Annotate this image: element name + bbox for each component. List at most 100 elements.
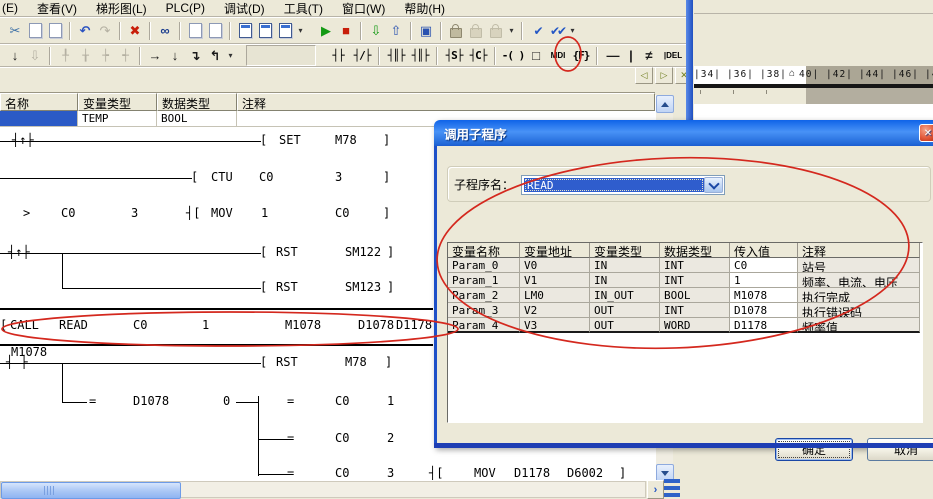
close-icon[interactable]: ✕ xyxy=(919,124,933,142)
horizontal-scrollbar[interactable] xyxy=(0,481,646,498)
scroll-right-button[interactable]: › xyxy=(647,480,664,499)
junction-left-icon[interactable]: ┽ xyxy=(115,46,135,66)
function-icon[interactable]: {F} xyxy=(570,46,592,66)
lock-dropdown[interactable]: ▾ xyxy=(506,21,517,41)
grid-value-cell[interactable]: D1078 xyxy=(730,303,798,318)
tab-prev-button[interactable]: ◁ xyxy=(635,67,653,84)
toolbar-separator xyxy=(360,22,362,40)
ruler-number: |44| xyxy=(859,69,886,80)
window-layout-full-icon[interactable] xyxy=(235,21,255,41)
variable-name-cell[interactable] xyxy=(0,111,78,127)
horizontal-scroll-thumb[interactable] xyxy=(1,482,181,499)
junction-up-icon[interactable]: ╀ xyxy=(55,46,75,66)
insert-row-down-icon[interactable]: ↓ xyxy=(5,46,25,66)
lock-icon[interactable] xyxy=(446,21,466,41)
toolbar-ladder: ↓⇩╀╁┾┽→↓↴↰▾┤├┤/├┤║├┤║├┤S├┤C├-( )□MDI{F}—… xyxy=(0,45,691,66)
menu-item-3[interactable]: PLC(P) xyxy=(166,1,205,15)
compile-all-icon[interactable]: ✔✔ xyxy=(547,21,567,41)
variable-table-header-1[interactable]: 变量类型 xyxy=(78,93,157,111)
contact-falling-icon[interactable]: ┤║├ xyxy=(408,46,432,66)
contact-rising-icon[interactable]: ┤║├ xyxy=(384,46,408,66)
variable-type-cell[interactable]: TEMP xyxy=(78,111,157,127)
coil-set-icon[interactable]: ┤S├ xyxy=(442,46,466,66)
coil-output-icon[interactable]: -( ) xyxy=(500,46,526,66)
variable-table-header-0[interactable]: 名称 xyxy=(0,93,78,111)
delete-icon[interactable]: ✖ xyxy=(125,21,145,41)
cancel-button[interactable]: 取消 xyxy=(867,438,933,461)
combobox-selected-value[interactable]: READ xyxy=(524,178,704,192)
ruler-cursor-marker[interactable]: ⌂ xyxy=(789,68,795,80)
window-layout-horizontal-icon[interactable] xyxy=(275,21,295,41)
subroutine-name-combobox[interactable]: READ xyxy=(521,175,725,195)
line-up-right-icon[interactable]: ↰ xyxy=(205,46,225,66)
line-right-icon[interactable]: → xyxy=(145,46,165,66)
ladder-token: = xyxy=(287,394,294,409)
menu-item-5[interactable]: 工具(T) xyxy=(284,0,323,17)
ladder-token: D1178 xyxy=(396,318,432,333)
ladder-token: C0 xyxy=(335,394,349,409)
coil-reset-icon[interactable]: ┤C├ xyxy=(466,46,490,66)
cut-icon[interactable]: ✂ xyxy=(5,21,25,41)
copy-icon[interactable] xyxy=(25,21,45,41)
ladder-token: 3 xyxy=(387,466,394,481)
dialog-title-bar[interactable]: 调用子程序 ✕ xyxy=(434,120,933,146)
insert-row-down-alt-icon[interactable]: ⇩ xyxy=(25,46,45,66)
box-instruction-icon[interactable]: □ xyxy=(526,46,546,66)
scroll-up-button[interactable] xyxy=(656,95,674,113)
grid-cell: IN xyxy=(590,258,660,273)
vertical-line-icon[interactable]: | xyxy=(624,46,638,66)
find-icon[interactable]: ∞ xyxy=(155,21,175,41)
compile-icon[interactable]: ✔ xyxy=(527,21,547,41)
ladder-token: ] xyxy=(385,355,392,370)
lock-partial-icon[interactable] xyxy=(486,21,506,41)
ladder-token: [ xyxy=(191,170,198,185)
menu-item-6[interactable]: 窗口(W) xyxy=(342,0,385,17)
junction-down-icon[interactable]: ╁ xyxy=(75,46,95,66)
redo-icon[interactable]: ↷ xyxy=(95,21,115,41)
data-type-cell[interactable]: BOOL xyxy=(157,111,237,127)
line-down-icon[interactable]: ↓ xyxy=(165,46,185,66)
menu-item-1[interactable]: 查看(V) xyxy=(37,0,77,17)
contact-nc-icon[interactable]: ┤/├ xyxy=(350,46,374,66)
chevron-down-icon[interactable] xyxy=(704,177,723,193)
ok-button[interactable]: 确定 xyxy=(775,438,853,461)
junction-right-icon[interactable]: ┾ xyxy=(95,46,115,66)
print-icon[interactable] xyxy=(205,21,225,41)
menu-item-0[interactable]: (E) xyxy=(2,1,18,15)
window-layout-dropdown[interactable]: ▾ xyxy=(295,21,306,41)
upload-icon[interactable]: ⇧ xyxy=(386,21,406,41)
variable-table-header-3[interactable]: 注释 xyxy=(237,93,655,111)
undo-icon[interactable]: ↶ xyxy=(75,21,95,41)
slash-line-icon[interactable]: ≠ xyxy=(638,46,660,66)
grid-value-cell[interactable]: C0 xyxy=(730,258,798,273)
print-preview-icon[interactable] xyxy=(185,21,205,41)
tab-next-button[interactable]: ▷ xyxy=(655,67,673,84)
stop-icon[interactable]: ■ xyxy=(336,21,356,41)
download-icon[interactable]: ⇩ xyxy=(366,21,386,41)
menu-item-2[interactable]: 梯形图(L) xyxy=(96,0,147,17)
run-icon[interactable]: ▶ xyxy=(316,21,336,41)
contact-no-icon[interactable]: ┤├ xyxy=(326,46,350,66)
resize-grip[interactable] xyxy=(664,479,680,498)
paste-icon[interactable] xyxy=(45,21,65,41)
variable-table-header-2[interactable]: 数据类型 xyxy=(157,93,237,111)
line-dropdown[interactable]: ▾ xyxy=(225,46,236,66)
grid-header-1: 变量地址 xyxy=(520,243,590,258)
line-down-right-icon[interactable]: ↴ xyxy=(185,46,205,66)
grid-value-cell[interactable]: D1178 xyxy=(730,318,798,333)
compile-dropdown[interactable]: ▾ xyxy=(567,21,578,41)
unlock-icon[interactable] xyxy=(466,21,486,41)
horizontal-line-icon[interactable]: — xyxy=(602,46,624,66)
menu-item-4[interactable]: 调试(D) xyxy=(224,0,265,17)
menu-item-7[interactable]: 帮助(H) xyxy=(404,0,445,17)
window-layout-split-icon[interactable] xyxy=(255,21,275,41)
toolbar-separator xyxy=(69,22,71,40)
grid-value-cell[interactable]: 1 xyxy=(730,273,798,288)
toolbar-separator xyxy=(229,22,231,40)
monitor-icon[interactable]: ▣ xyxy=(416,21,436,41)
mdi-icon[interactable]: MDI xyxy=(546,46,570,66)
grid-value-cell[interactable]: M1078 xyxy=(730,288,798,303)
delete-line-icon[interactable]: |DEL xyxy=(660,46,686,66)
grid-cell: OUT xyxy=(590,303,660,318)
right-window-topline xyxy=(694,13,933,14)
